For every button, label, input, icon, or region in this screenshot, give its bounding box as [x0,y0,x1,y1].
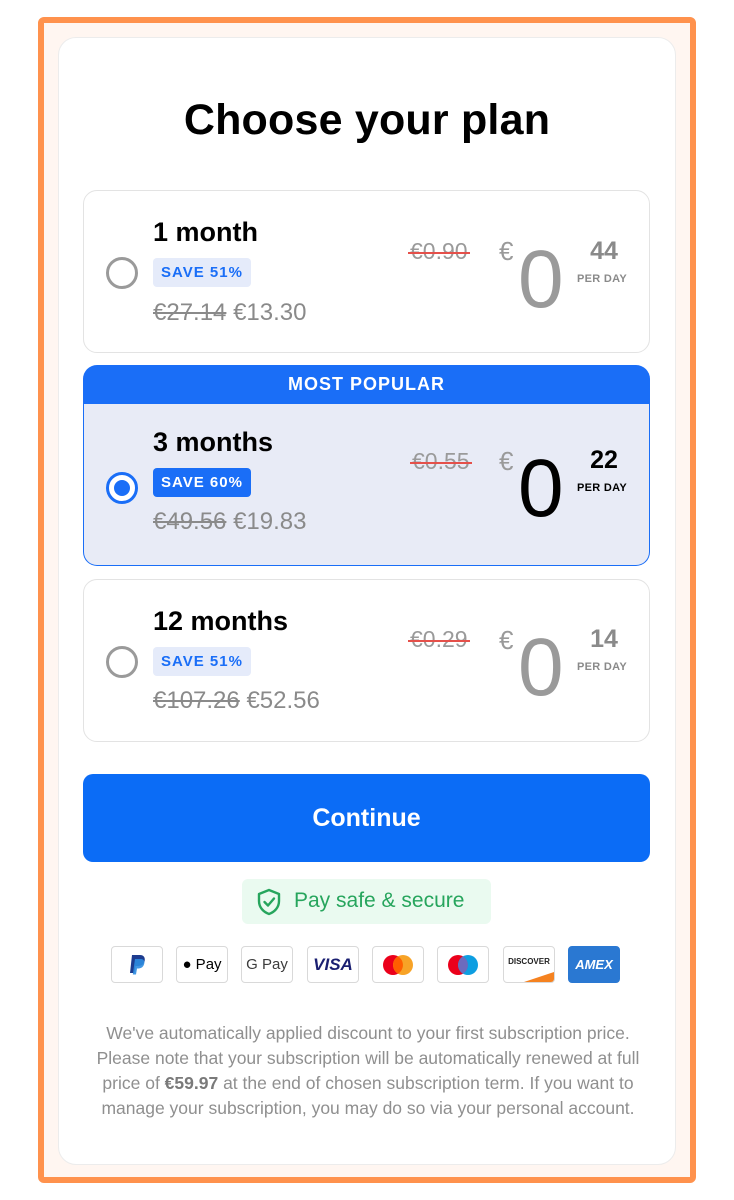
daily-price-cents: 22 [590,446,618,474]
mastercard-icon [372,946,424,983]
pay-safe-badge: Pay safe & secure [242,879,491,924]
per-day-label: PER DAY [577,482,627,494]
daily-price-whole: 0 [518,622,564,713]
apple-pay-icon: ● Pay [176,946,228,983]
new-total-price: €19.83 [233,508,307,535]
shield-check-icon [257,888,281,916]
full-price: €59.97 [164,1073,219,1093]
old-daily-price: €0.29 [410,626,468,652]
pay-safe-label: Pay safe & secure [294,889,465,912]
plan-option-3-months[interactable]: 3 months SAVE 60% €49.56 €19.83 €0.55 € … [83,404,650,566]
currency-symbol: € [499,446,514,476]
amex-icon: AMEX [568,946,620,983]
discover-icon: DISCOVER [503,946,555,983]
google-pay-icon: G Pay [241,946,293,983]
currency-symbol: € [499,236,514,266]
paypal-icon [111,946,163,983]
plan-card: Choose your plan 1 month SAVE 51% €27.14… [58,37,676,1165]
daily-price-whole: 0 [518,443,564,534]
plan-name: 3 months [153,427,274,457]
plan-option-1-month[interactable]: 1 month SAVE 51% €27.14 €13.30 €0.90 € 0… [83,190,650,353]
daily-price-cents: 44 [590,237,618,265]
most-popular-banner: MOST POPULAR [83,365,650,404]
plan-total: €27.14 €13.30 [153,299,306,327]
plan-total: €107.26 €52.56 [153,687,320,715]
new-total-price: €52.56 [246,687,320,714]
plan-name: 12 months [153,606,289,636]
plan-option-12-months[interactable]: 12 months SAVE 51% €107.26 €52.56 €0.29 … [83,579,650,742]
maestro-icon [437,946,489,983]
subscription-disclaimer: We've automatically applied discount to … [96,1023,640,1118]
per-day-label: PER DAY [577,273,627,285]
plan-total: €49.56 €19.83 [153,508,306,536]
outer-frame: Choose your plan 1 month SAVE 51% €27.14… [38,17,696,1183]
old-total-price: €27.14 [153,299,227,326]
daily-price-cents: 14 [590,625,618,653]
plan-radio[interactable] [106,257,138,289]
old-daily-price: €0.90 [410,238,468,264]
old-total-price: €49.56 [153,508,227,535]
old-total-price: €107.26 [153,687,240,714]
per-day-label: PER DAY [577,661,627,673]
continue-button[interactable]: Continue [83,774,650,862]
plan-name: 1 month [153,217,258,247]
plan-radio[interactable] [106,646,138,678]
save-badge: SAVE 51% [153,647,251,676]
page-title: Choose your plan [183,96,551,144]
currency-symbol: € [499,625,514,655]
save-badge: SAVE 60% [153,468,251,497]
plan-radio-selected[interactable] [106,472,138,504]
save-badge: SAVE 51% [153,258,251,287]
old-daily-price: €0.55 [412,448,470,474]
visa-icon: VISA [307,946,359,983]
daily-price-whole: 0 [518,234,564,325]
new-total-price: €13.30 [233,299,307,326]
